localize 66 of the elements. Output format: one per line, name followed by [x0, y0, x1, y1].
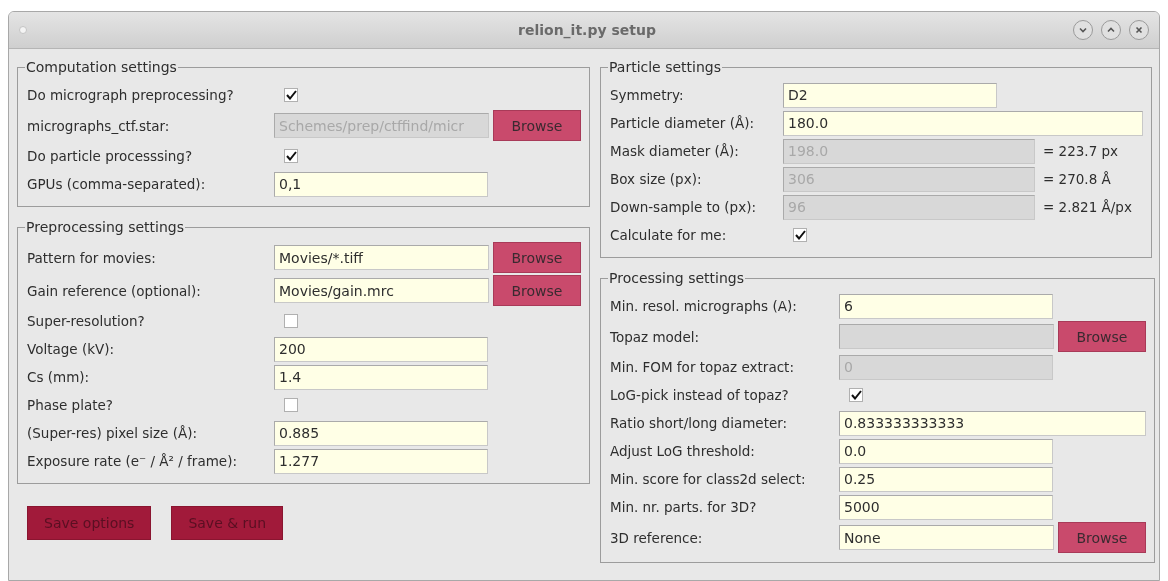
field-label: Calculate for me:	[610, 227, 728, 243]
close-button[interactable]	[1129, 20, 1149, 40]
field-label: Phase plate?	[27, 397, 114, 413]
field-label: Min. score for class2d select:	[610, 471, 807, 487]
chevron-down-icon	[1078, 25, 1088, 35]
input-field[interactable]: 6	[839, 293, 1053, 319]
input-field[interactable]: 1.4	[274, 364, 488, 390]
field-label: Pattern for movies:	[27, 249, 157, 266]
chevron-up-icon	[1106, 25, 1116, 35]
checkbox[interactable]	[284, 314, 298, 328]
field-label: Ratio short/long diameter:	[610, 415, 789, 431]
checkbox[interactable]	[849, 388, 863, 402]
field-label: Voltage (kV):	[27, 341, 116, 357]
input-field[interactable]: None	[839, 525, 1054, 550]
field-label: Do micrograph preprocessing?	[27, 87, 235, 103]
input-field[interactable]: 0.25	[839, 466, 1053, 492]
window-title: relion_it.py setup	[517, 22, 657, 38]
field-label: (Super-res) pixel size (Å):	[27, 425, 198, 441]
check-icon	[850, 390, 862, 400]
frame-title: Particle settings	[608, 59, 722, 75]
computed-value: = 270.8 Å	[1043, 171, 1111, 187]
input-field[interactable]: 0.885	[274, 420, 488, 446]
input-field[interactable]: Movies/*.tiff	[274, 245, 489, 270]
frame-title: Preprocessing settings	[25, 219, 185, 235]
field-label: Box size (px):	[610, 171, 703, 187]
field-label: Exposure rate (e⁻ / Å² / frame):	[27, 453, 238, 469]
field-label: micrographs_ctf.star:	[27, 117, 171, 134]
field-label: Topaz model:	[610, 328, 700, 345]
field-label: Mask diameter (Å):	[610, 143, 740, 159]
input-field[interactable]: 0,1	[274, 171, 488, 197]
field-label: Adjust LoG threshold:	[610, 443, 756, 459]
field-label: Super-resolution?	[27, 313, 146, 329]
input-field[interactable]: 180.0	[783, 110, 1143, 136]
check-icon	[285, 90, 297, 100]
field-label: LoG-pick instead of topaz?	[610, 387, 790, 403]
field-label: Do particle processsing?	[27, 148, 194, 164]
field-label: Min. resol. micrographs (A):	[610, 298, 798, 314]
frame-title: Processing settings	[608, 270, 746, 286]
field-label: 3D reference:	[610, 529, 704, 546]
checkbox[interactable]	[284, 398, 298, 412]
field-label: Cs (mm):	[27, 369, 91, 385]
computed-value: = 2.821 Å/px	[1043, 199, 1132, 215]
input-field[interactable]: Movies/gain.mrc	[274, 278, 489, 303]
check-icon	[794, 230, 806, 240]
field-label: Particle diameter (Å):	[610, 115, 755, 131]
field-label: Min. FOM for topaz extract:	[610, 359, 795, 375]
checkbox[interactable]	[284, 149, 298, 163]
input-field[interactable]: 0.833333333333	[839, 410, 1146, 436]
field-label: GPUs (comma-separated):	[27, 176, 207, 192]
check-icon	[285, 151, 297, 161]
field-label: Gain reference (optional):	[27, 282, 202, 299]
field-label: Min. nr. parts. for 3D?	[610, 499, 758, 515]
input-field[interactable]: 1.277	[274, 448, 488, 474]
frame-title: Computation settings	[25, 59, 178, 75]
checkbox[interactable]	[793, 228, 807, 242]
field-label: Down-sample to (px):	[610, 199, 757, 215]
input-field[interactable]: D2	[783, 82, 997, 108]
input-field[interactable]: 200	[274, 336, 488, 362]
checkbox[interactable]	[284, 88, 298, 102]
close-icon	[1134, 25, 1144, 35]
minimize-button[interactable]	[1073, 20, 1093, 40]
computed-value: = 223.7 px	[1043, 143, 1119, 159]
field-label: Symmetry:	[610, 87, 685, 103]
input-field[interactable]: 0.0	[839, 438, 1053, 464]
maximize-button[interactable]	[1101, 20, 1121, 40]
input-field[interactable]: 5000	[839, 494, 1053, 520]
